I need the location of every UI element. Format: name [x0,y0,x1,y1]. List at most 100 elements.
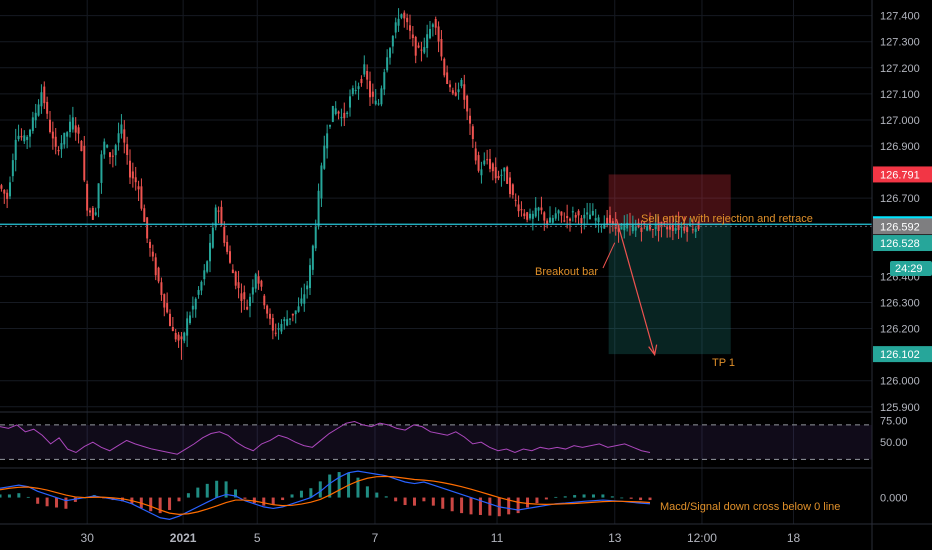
candle-body[interactable] [406,17,409,23]
candle-body[interactable] [123,129,126,143]
candle-body[interactable] [37,104,40,116]
candle-body[interactable] [386,57,389,71]
candle-body[interactable] [594,218,597,221]
candle-body[interactable] [431,24,434,27]
candle-body[interactable] [426,34,429,49]
candle-body[interactable] [240,293,243,302]
candle-body[interactable] [466,95,469,112]
candle-body[interactable] [360,78,363,84]
candle-body[interactable] [120,124,123,134]
candle-body[interactable] [274,332,277,334]
candle-body[interactable] [117,133,120,143]
candle-body[interactable] [329,124,331,127]
candle-body[interactable] [263,295,266,306]
candle-body[interactable] [463,84,466,100]
candle-body[interactable] [91,207,94,220]
candle-body[interactable] [474,148,477,161]
candle-body[interactable] [331,106,334,122]
candle-body[interactable] [323,145,326,169]
candle-body[interactable] [109,152,111,158]
candle-body[interactable] [6,192,9,199]
candle-body[interactable] [223,226,226,243]
candle-body[interactable] [100,154,103,183]
candle-body[interactable] [529,213,531,219]
candle-body[interactable] [451,90,454,94]
candle-body[interactable] [637,222,640,228]
candle-body[interactable] [211,227,214,248]
candle-body[interactable] [454,92,457,96]
candle-body[interactable] [283,319,286,322]
candle-body[interactable] [197,289,200,295]
candle-body[interactable] [460,79,463,87]
candle-body[interactable] [480,169,483,176]
candle-body[interactable] [554,213,557,219]
candle-body[interactable] [3,190,6,194]
candle-body[interactable] [409,25,411,31]
candle-body[interactable] [231,269,234,274]
candle-body[interactable] [549,217,551,223]
annotation-sell-entry[interactable]: Sell entry with rejection and retrace [641,213,813,225]
candle-body[interactable] [517,204,520,212]
candle-body[interactable] [34,112,37,121]
candle-body[interactable] [103,141,106,155]
candle-body[interactable] [149,241,151,249]
candle-body[interactable] [397,18,400,26]
candle-body[interactable] [151,251,154,257]
candle-body[interactable] [266,305,269,314]
candle-body[interactable] [89,210,91,213]
candle-body[interactable] [526,212,529,220]
candle-body[interactable] [571,211,574,213]
candle-body[interactable] [257,276,260,284]
candle-body[interactable] [203,270,206,280]
candle-body[interactable] [194,298,197,310]
candle-body[interactable] [14,139,17,160]
candle-body[interactable] [391,35,394,47]
candle-body[interactable] [71,117,74,130]
candle-body[interactable] [234,271,237,286]
candle-body[interactable] [246,306,249,310]
candle-body[interactable] [491,163,494,172]
candle-body[interactable] [534,207,537,217]
candle-body[interactable] [31,117,34,131]
candle-body[interactable] [543,212,546,221]
short-position-tool[interactable] [608,174,731,355]
candle-body[interactable] [220,206,223,226]
candle-body[interactable] [640,227,643,232]
candle-body[interactable] [674,228,677,231]
candle-body[interactable] [63,132,66,145]
candle-body[interactable] [154,257,157,276]
candle-body[interactable] [414,36,417,56]
candle-body[interactable] [317,190,320,227]
candle-body[interactable] [563,220,566,222]
candle-body[interactable] [346,112,349,115]
candle-body[interactable] [189,315,191,324]
candle-body[interactable] [277,328,280,330]
candle-body[interactable] [166,303,169,313]
candle-body[interactable] [580,218,583,224]
candle-body[interactable] [46,101,49,114]
candle-body[interactable] [683,226,686,231]
candle-body[interactable] [540,207,543,211]
candle-body[interactable] [137,186,140,190]
candle-body[interactable] [686,227,689,232]
candle-body[interactable] [309,265,311,289]
candle-body[interactable] [97,183,100,209]
candle-body[interactable] [434,19,437,28]
candle-body[interactable] [74,125,77,133]
candle-body[interactable] [57,149,60,152]
candle-body[interactable] [374,100,377,105]
candle-body[interactable] [297,306,300,312]
candle-body[interactable] [566,215,569,219]
candle-body[interactable] [83,145,86,181]
candle-body[interactable] [311,245,314,270]
candle-body[interactable] [163,294,166,308]
candle-body[interactable] [314,225,317,249]
candle-body[interactable] [177,334,180,341]
candle-body[interactable] [77,127,80,134]
candle-body[interactable] [326,133,329,149]
candle-body[interactable] [363,64,366,75]
candle-body[interactable] [260,280,263,287]
candle-body[interactable] [351,88,354,95]
candle-body[interactable] [557,210,560,214]
candle-body[interactable] [349,96,351,108]
